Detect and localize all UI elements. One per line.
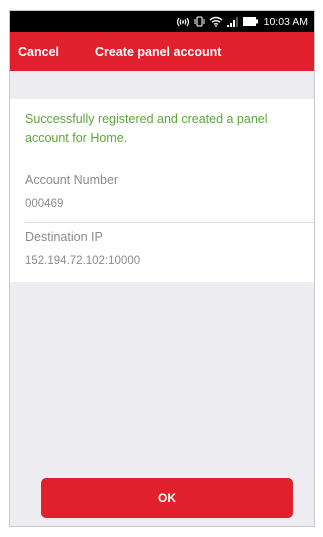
destination-ip-value: 152.194.72.102:10000	[25, 255, 141, 267]
divider	[25, 222, 314, 223]
status-time: 10:03 AM	[263, 15, 308, 28]
page-title: Create panel account	[95, 44, 222, 59]
destination-ip-label: Destination IP	[25, 230, 103, 244]
success-message: Successfully registered and created a pa…	[25, 112, 268, 145]
signal-icon	[226, 16, 239, 27]
account-number-label: Account Number	[25, 173, 119, 187]
account-info-card: Successfully registered and created a pa…	[10, 99, 314, 282]
nfc-icon	[176, 17, 190, 27]
account-number-value: 000469	[25, 198, 64, 210]
status-icons	[176, 16, 259, 27]
phone-screen: 10:03 AM Cancel Create panel account Suc…	[9, 10, 315, 527]
ok-button[interactable]: OK	[41, 478, 293, 518]
cancel-button[interactable]: Cancel	[18, 45, 59, 59]
wifi-icon	[209, 16, 223, 27]
status-bar: 10:03 AM	[10, 11, 314, 32]
vibrate-icon	[194, 16, 205, 27]
battery-icon	[242, 17, 259, 26]
nav-bar: Cancel Create panel account	[10, 32, 314, 71]
